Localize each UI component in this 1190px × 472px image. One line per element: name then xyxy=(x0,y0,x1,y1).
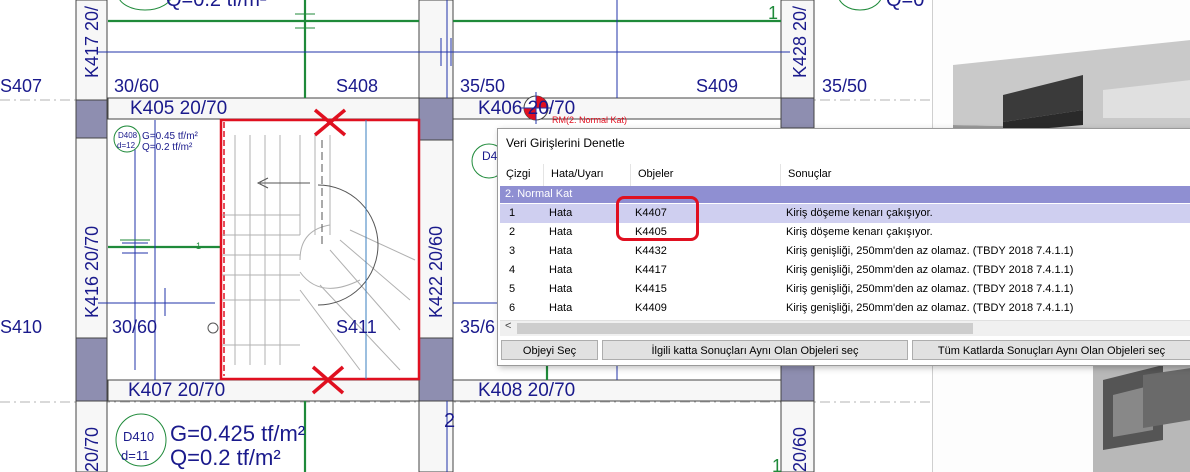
row-type: Hata xyxy=(549,226,573,238)
row-type: Hata xyxy=(549,302,573,314)
results-list: 1 Hata K4407 Kiriş döşeme kenarı çakışıy… xyxy=(500,204,1190,318)
row-type: Hata xyxy=(549,283,573,295)
check-data-entries-dialog: Veri Girişlerini Denetle Çizgi Hata/Uyar… xyxy=(497,128,1190,366)
slab-label-s407[interactable]: S407 xyxy=(0,76,42,96)
row-line-number: 3 xyxy=(509,245,516,257)
slab-tag-stair: D4 xyxy=(482,149,498,163)
slab-label-s409[interactable]: S409 xyxy=(696,76,738,96)
group-row-floor[interactable]: 2. Normal Kat xyxy=(500,186,1190,203)
row-object: K4409 xyxy=(635,302,667,314)
row-object: K4417 xyxy=(635,264,667,276)
row-result: Kiriş genişliği, 250mm'den az olamaz. (T… xyxy=(786,302,1074,314)
beam-label-bottom-left[interactable]: 20/70 xyxy=(82,427,102,472)
column-label-1: 30/60 xyxy=(114,76,159,96)
beam-label-k416[interactable]: K416 20/70 xyxy=(82,226,102,318)
horizontal-scrollbar[interactable]: < xyxy=(500,320,1190,336)
beam-label-bottom-right[interactable]: 20/60 xyxy=(790,427,810,472)
row-line-number: 4 xyxy=(509,264,516,276)
axis-number-1: 1 xyxy=(768,3,778,23)
row-result: Kiriş genişliği, 250mm'den az olamaz. (T… xyxy=(786,283,1074,295)
table-row[interactable]: 5 Hata K4415 Kiriş genişliği, 250mm'den … xyxy=(500,280,1190,299)
select-object-button[interactable]: Objeyi Seç xyxy=(501,340,598,360)
load-label-mid-q: Q=0.2 tf/m² xyxy=(142,142,193,153)
beam-label-k428[interactable]: K428 20/ xyxy=(790,6,810,78)
table-row[interactable]: 6 Hata K4409 Kiriş genişliği, 250mm'den … xyxy=(500,299,1190,318)
row-type: Hata xyxy=(549,245,573,257)
column-header-objects[interactable]: Objeler xyxy=(638,168,673,180)
row-type: Hata xyxy=(549,264,573,276)
column-header-type[interactable]: Hata/Uyarı xyxy=(551,168,604,180)
table-row[interactable]: 4 Hata K4417 Kiriş genişliği, 250mm'den … xyxy=(500,261,1190,280)
row-result: Kiriş genişliği, 250mm'den az olamaz. (T… xyxy=(786,245,1074,257)
slab-thickness-d12: d=12 xyxy=(117,141,136,150)
load-label-mid-g: G=0.45 tf/m² xyxy=(142,131,199,142)
column-label-2: 35/50 xyxy=(460,76,505,96)
beam-label-k407[interactable]: K407 20/70 xyxy=(128,380,225,401)
slab-label-s410[interactable]: S410 xyxy=(0,317,42,337)
row-line-number: 2 xyxy=(509,226,516,238)
highlight-annotation xyxy=(616,196,699,241)
slab-label-s408[interactable]: S408 xyxy=(336,76,378,96)
row-object: K4432 xyxy=(635,245,667,257)
beam-label-k405[interactable]: K405 20/70 xyxy=(130,98,227,119)
load-label-top-right: Q=0 xyxy=(886,0,924,11)
row-line-number: 5 xyxy=(509,283,516,295)
beam-label-k408[interactable]: K408 20/70 xyxy=(478,380,575,401)
table-row[interactable]: 3 Hata K4432 Kiriş genişliği, 250mm'den … xyxy=(500,242,1190,261)
row-type: Hata xyxy=(549,207,573,219)
row-result: Kiriş döşeme kenarı çakışıyor. xyxy=(786,226,933,238)
row-line-number: 1 xyxy=(509,207,516,219)
stair-slab-s411[interactable] xyxy=(207,118,421,381)
load-label-bottom-q: Q=0.2 tf/m² xyxy=(170,445,281,470)
slab-tag-d408: D408 xyxy=(118,131,138,140)
row-line-number: 6 xyxy=(509,302,516,314)
axis-number-3: 1 xyxy=(772,456,782,472)
row-object: K4415 xyxy=(635,283,667,295)
axis-number-5: 2 xyxy=(444,410,455,432)
row-result: Kiriş döşeme kenarı çakışıyor. xyxy=(786,207,933,219)
scrollbar-thumb[interactable] xyxy=(517,323,973,334)
slab-label-s411[interactable]: S411 xyxy=(336,317,377,337)
beam-label-k422[interactable]: K422 20/60 xyxy=(426,226,446,318)
column-header-results[interactable]: Sonuçlar xyxy=(788,168,831,180)
load-label-bottom-g: G=0.425 tf/m² xyxy=(170,421,305,446)
select-all-floors-button[interactable]: Tüm Katlarda Sonuçları Aynı Olan Objeler… xyxy=(912,340,1190,360)
column-label-4: 30/60 xyxy=(112,317,157,337)
table-row[interactable]: 2 Hata K4405 Kiriş döşeme kenarı çakışıy… xyxy=(500,223,1190,242)
load-label-top-left: Q=0.2 tf/m² xyxy=(166,0,267,11)
column-label-5: 35/6 xyxy=(460,317,495,337)
select-same-floor-button[interactable]: İlgili katta Sonuçları Aynı Olan Objeler… xyxy=(602,340,908,360)
axis-number-2: 1 xyxy=(196,241,201,251)
slab-thickness-d11: d=11 xyxy=(121,448,149,463)
row-result: Kiriş genişliği, 250mm'den az olamaz. (T… xyxy=(786,264,1074,276)
scroll-left-icon[interactable]: < xyxy=(505,320,511,332)
dialog-title: Veri Girişlerini Denetle xyxy=(506,136,625,150)
rm-marker-label: RM(2. Normal Kat) xyxy=(552,115,627,125)
beam-label-k417[interactable]: K417 20/ xyxy=(82,6,102,78)
slab-tag-d410: D410 xyxy=(123,429,154,444)
table-row[interactable]: 1 Hata K4407 Kiriş döşeme kenarı çakışıy… xyxy=(500,204,1190,223)
column-header-line[interactable]: Çizgi xyxy=(506,168,530,180)
column-label-3: 35/50 xyxy=(822,76,867,96)
results-table-header: Çizgi Hata/Uyarı Objeler Sonuçlar xyxy=(500,164,1190,187)
